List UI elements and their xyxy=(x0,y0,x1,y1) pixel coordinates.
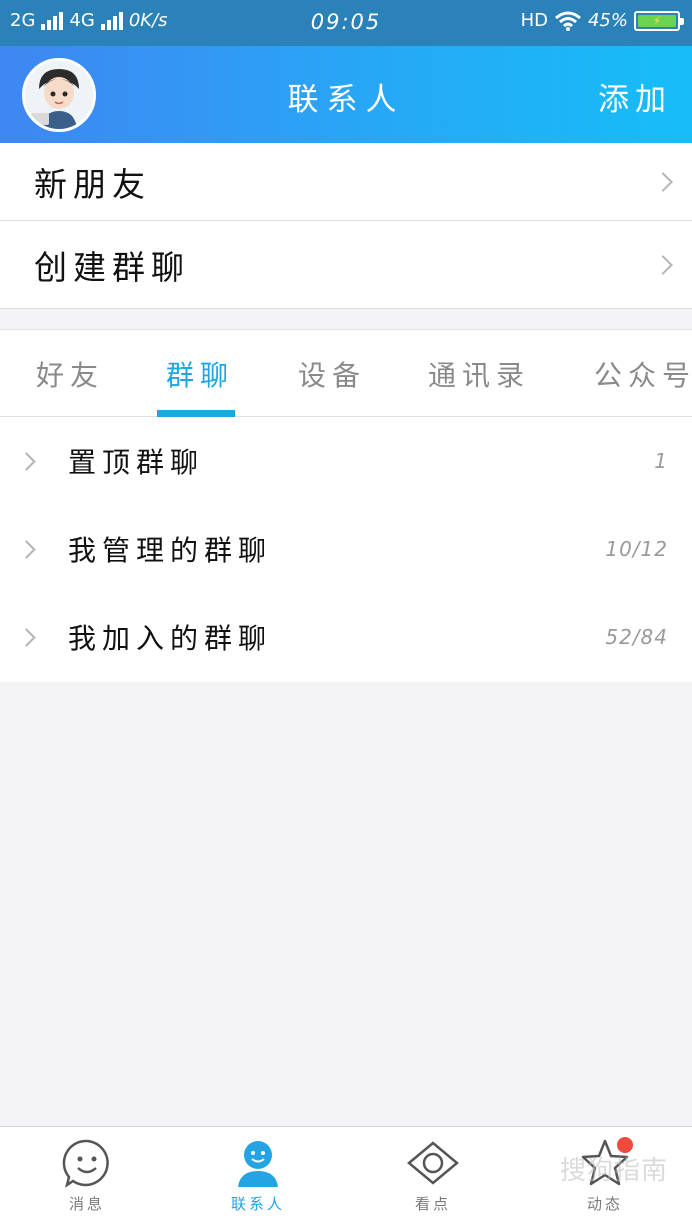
chevron-right-icon xyxy=(17,451,36,471)
group-category-managed[interactable]: 我管理的群聊 10/12 xyxy=(0,505,692,593)
group-category-count: 52/84 xyxy=(605,625,668,649)
chevron-right-icon xyxy=(653,171,673,192)
tab-friends[interactable]: 好友 xyxy=(36,354,104,394)
group-category-pinned[interactable]: 置顶群聊 1 xyxy=(0,417,692,505)
page-title: 联系人 xyxy=(287,82,405,118)
nav-label: 消息 xyxy=(68,1195,105,1213)
contact-tabs: 好友 群聊 设备 通讯录 公众号 xyxy=(0,329,692,417)
nav-label: 动态 xyxy=(586,1195,623,1213)
chevron-right-icon xyxy=(653,254,673,275)
create-group-chat-label: 创建群聊 xyxy=(34,247,190,287)
new-friends-item[interactable]: 新朋友 xyxy=(0,143,692,221)
eye-icon xyxy=(407,1141,459,1185)
nav-contacts[interactable]: 联系人 xyxy=(198,1137,318,1214)
watermark-logo: 搜狗指南 xyxy=(559,1156,668,1186)
tab-address-book[interactable]: 通讯录 xyxy=(428,354,530,394)
nav-label: 联系人 xyxy=(230,1195,285,1213)
tab-devices[interactable]: 设备 xyxy=(298,354,366,394)
chevron-right-icon xyxy=(17,539,36,559)
group-category-count: 1 xyxy=(654,449,668,473)
group-category-name: 我管理的群聊 xyxy=(68,534,273,567)
nav-messages[interactable]: 消息 xyxy=(27,1137,147,1214)
battery-percent: 45% xyxy=(587,10,628,31)
group-category-joined[interactable]: 我加入的群聊 52/84 xyxy=(0,593,692,681)
smile-icon xyxy=(62,1139,109,1188)
contact-icon xyxy=(238,1141,278,1187)
battery-icon: ⚡ xyxy=(634,10,684,31)
contacts-top-list: 新朋友 创建群聊 xyxy=(0,143,692,309)
new-friends-label: 新朋友 xyxy=(34,164,151,204)
hd-label: HD xyxy=(520,10,548,31)
tab-group-chats[interactable]: 群聊 xyxy=(166,354,234,394)
add-button[interactable]: 添加 xyxy=(598,74,672,119)
group-chat-list: 置顶群聊 1 我管理的群聊 10/12 我加入的群聊 52/84 xyxy=(0,417,692,682)
group-category-count: 10/12 xyxy=(605,537,668,561)
status-bar: 2G 4G 0K/s 09:05 HD 45% ⚡ xyxy=(0,0,692,46)
group-category-name: 我加入的群聊 xyxy=(68,622,273,655)
status-right: HD 45% ⚡ xyxy=(520,10,684,31)
tab-official-accounts[interactable]: 公众号 xyxy=(594,354,692,394)
wifi-icon xyxy=(555,11,581,31)
group-category-name: 置顶群聊 xyxy=(68,446,205,479)
nav-label: 看点 xyxy=(414,1195,451,1213)
nav-discover[interactable]: 看点 xyxy=(373,1137,493,1214)
active-tab-indicator xyxy=(157,410,235,417)
app-header: 2G 4G 0K/s 09:05 HD 45% ⚡ 联系人 添加 xyxy=(0,0,692,143)
chevron-right-icon xyxy=(17,627,36,647)
create-group-chat-item[interactable]: 创建群聊 xyxy=(0,221,692,309)
